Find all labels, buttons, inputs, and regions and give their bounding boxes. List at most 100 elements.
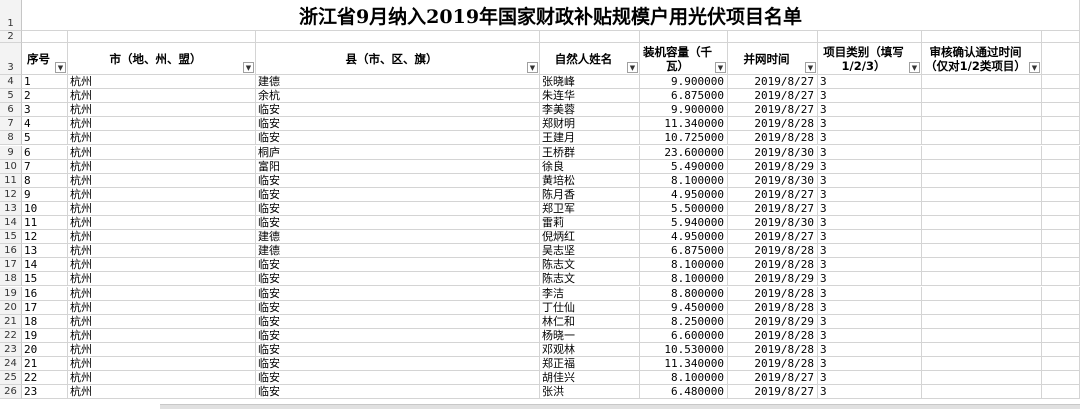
cell-name[interactable]: 陈志文 — [540, 258, 640, 273]
cell-capacity[interactable]: 8.100000 — [640, 258, 728, 273]
cell-county[interactable]: 建德 — [256, 230, 540, 245]
cell-name[interactable]: 邓观林 — [540, 342, 640, 357]
cell-city[interactable]: 杭州 — [68, 117, 256, 132]
cell[interactable] — [1042, 75, 1080, 90]
dropdown-arrow-icon[interactable]: ▼ — [1029, 62, 1040, 73]
cell-project-type[interactable]: 3 — [818, 272, 922, 287]
cell[interactable] — [540, 31, 640, 43]
cell-project-type[interactable]: 3 — [818, 131, 922, 146]
cell-county[interactable]: 临安 — [256, 258, 540, 273]
cell-grid-date[interactable]: 2019/8/28 — [728, 328, 818, 343]
header-approval-date[interactable]: 审核确认通过时间（仅对1/2类项目） ▼ — [922, 43, 1042, 75]
row-header[interactable]: 13 — [0, 201, 22, 216]
cell-grid-date[interactable]: 2019/8/27 — [728, 230, 818, 245]
cell-index[interactable]: 14 — [22, 258, 68, 273]
cell-project-type[interactable]: 3 — [818, 173, 922, 188]
cell-name[interactable]: 王桥群 — [540, 145, 640, 160]
cell-capacity[interactable]: 6.875000 — [640, 244, 728, 259]
cell-project-type[interactable]: 3 — [818, 342, 922, 357]
cell[interactable] — [1042, 342, 1080, 357]
cell-grid-date[interactable]: 2019/8/28 — [728, 286, 818, 301]
cell-capacity[interactable]: 4.950000 — [640, 230, 728, 245]
cell[interactable] — [1042, 216, 1080, 231]
cell-approval-date[interactable] — [922, 371, 1042, 386]
row-header[interactable]: 10 — [0, 159, 22, 174]
cell-city[interactable]: 杭州 — [68, 342, 256, 357]
cell-index[interactable]: 3 — [22, 103, 68, 118]
cell[interactable] — [1042, 286, 1080, 301]
cell-capacity[interactable]: 9.900000 — [640, 75, 728, 90]
cell-project-type[interactable]: 3 — [818, 300, 922, 315]
cell-name[interactable]: 倪炳红 — [540, 230, 640, 245]
cell-index[interactable]: 17 — [22, 300, 68, 315]
row-header[interactable]: 18 — [0, 272, 22, 287]
cell-index[interactable]: 15 — [22, 272, 68, 287]
header-capacity[interactable]: 装机容量（千瓦） ▼ — [640, 43, 728, 75]
cell-name[interactable]: 李洁 — [540, 286, 640, 301]
cell-project-type[interactable]: 3 — [818, 357, 922, 372]
cell-index[interactable]: 5 — [22, 131, 68, 146]
cell-city[interactable]: 杭州 — [68, 258, 256, 273]
horizontal-scrollbar[interactable] — [160, 404, 1080, 409]
cell-city[interactable]: 杭州 — [68, 328, 256, 343]
cell-capacity[interactable]: 6.480000 — [640, 385, 728, 400]
cell-grid-date[interactable]: 2019/8/28 — [728, 117, 818, 132]
cell[interactable] — [256, 31, 540, 43]
cell-county[interactable]: 临安 — [256, 117, 540, 132]
row-header[interactable]: 5 — [0, 89, 22, 104]
cell-city[interactable]: 杭州 — [68, 230, 256, 245]
cell[interactable] — [1042, 357, 1080, 372]
row-header[interactable]: 21 — [0, 314, 22, 329]
cell-approval-date[interactable] — [922, 286, 1042, 301]
cell-name[interactable]: 黄培松 — [540, 173, 640, 188]
dropdown-arrow-icon[interactable]: ▼ — [805, 62, 816, 73]
cell-city[interactable]: 杭州 — [68, 75, 256, 90]
cell-city[interactable]: 杭州 — [68, 201, 256, 216]
cell-city[interactable]: 杭州 — [68, 314, 256, 329]
cell-approval-date[interactable] — [922, 314, 1042, 329]
header-city[interactable]: 市（地、州、盟） ▼ — [68, 43, 256, 75]
cell-index[interactable]: 8 — [22, 173, 68, 188]
cell-city[interactable]: 杭州 — [68, 357, 256, 372]
cell[interactable] — [1042, 173, 1080, 188]
cell-index[interactable]: 18 — [22, 314, 68, 329]
row-header[interactable]: 26 — [0, 385, 22, 400]
cell-county[interactable]: 临安 — [256, 173, 540, 188]
cell-grid-date[interactable]: 2019/8/29 — [728, 314, 818, 329]
cell-project-type[interactable]: 3 — [818, 159, 922, 174]
row-header[interactable]: 8 — [0, 131, 22, 146]
cell-city[interactable]: 杭州 — [68, 244, 256, 259]
cell-name[interactable]: 李美蓉 — [540, 103, 640, 118]
cell-name[interactable]: 张洪 — [540, 385, 640, 400]
cell-approval-date[interactable] — [922, 357, 1042, 372]
cell-grid-date[interactable]: 2019/8/27 — [728, 201, 818, 216]
cell-county[interactable]: 临安 — [256, 103, 540, 118]
cell-project-type[interactable]: 3 — [818, 286, 922, 301]
cell-capacity[interactable]: 10.725000 — [640, 131, 728, 146]
cell-index[interactable]: 6 — [22, 145, 68, 160]
row-header[interactable]: 16 — [0, 244, 22, 259]
cell-city[interactable]: 杭州 — [68, 371, 256, 386]
cell[interactable] — [1042, 89, 1080, 104]
spreadsheet[interactable]: 1 浙江省9月纳入2019年国家财政补贴规模户用光伏项目名单 2 3 序号 ▼ 市… — [0, 0, 1080, 409]
row-header[interactable]: 1 — [0, 0, 22, 31]
cell-capacity[interactable]: 8.100000 — [640, 272, 728, 287]
cell-grid-date[interactable]: 2019/8/27 — [728, 75, 818, 90]
cell-project-type[interactable]: 3 — [818, 314, 922, 329]
cell-index[interactable]: 23 — [22, 385, 68, 400]
cell-approval-date[interactable] — [922, 117, 1042, 132]
cell-name[interactable]: 陈志文 — [540, 272, 640, 287]
cell[interactable] — [728, 31, 818, 43]
cell-county[interactable]: 临安 — [256, 328, 540, 343]
row-header[interactable]: 7 — [0, 117, 22, 132]
cell[interactable] — [1042, 385, 1080, 400]
cell[interactable] — [1042, 43, 1080, 75]
cell-grid-date[interactable]: 2019/8/30 — [728, 145, 818, 160]
dropdown-arrow-icon[interactable]: ▼ — [243, 62, 254, 73]
cell-index[interactable]: 13 — [22, 244, 68, 259]
cell-county[interactable]: 临安 — [256, 385, 540, 400]
cell[interactable] — [1042, 328, 1080, 343]
cell-approval-date[interactable] — [922, 145, 1042, 160]
cell-project-type[interactable]: 3 — [818, 201, 922, 216]
cell-name[interactable]: 杨晓一 — [540, 328, 640, 343]
